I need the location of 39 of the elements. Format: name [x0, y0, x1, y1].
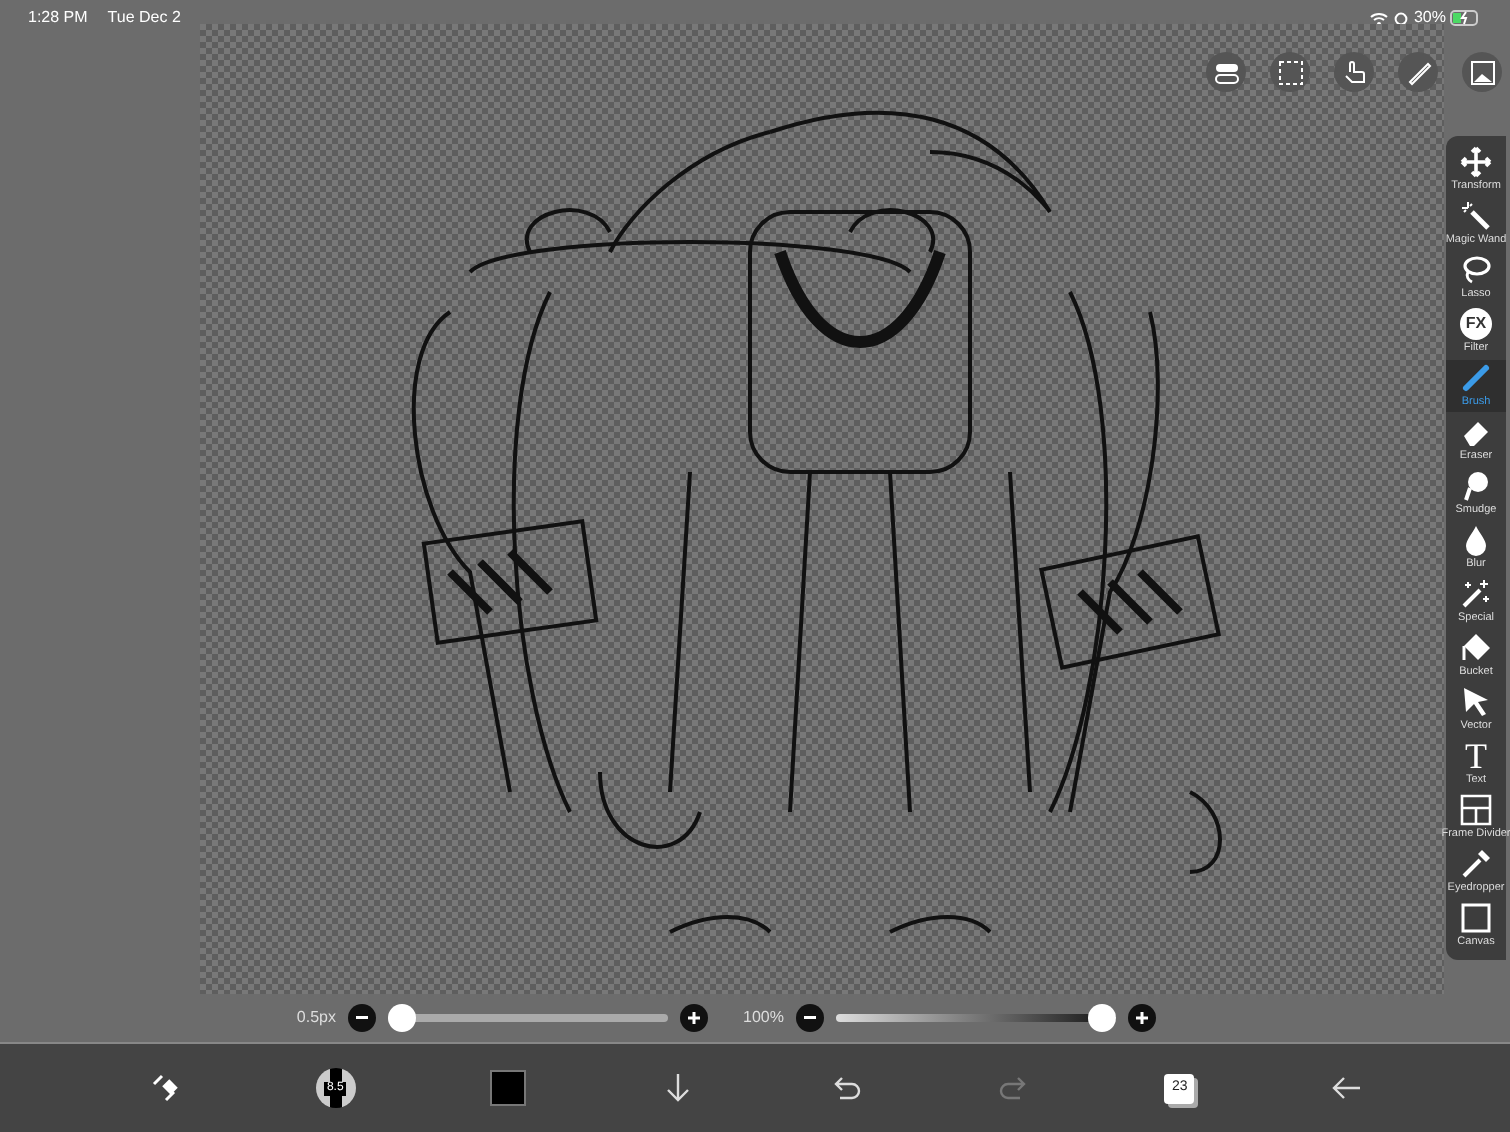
battery-percent: 30% [1413, 6, 1446, 30]
bucket-icon [1460, 632, 1492, 664]
swap-eraser-icon[interactable] [147, 1072, 180, 1104]
wifi-icon [1369, 11, 1388, 25]
status-date: Tue Dec 2 [107, 6, 181, 30]
slider-reading: 0.5px [294, 1006, 336, 1030]
battery-charging-icon [1450, 10, 1482, 26]
image-icon[interactable] [1462, 52, 1502, 92]
plus-icon [688, 1012, 700, 1024]
smudge-icon [1460, 470, 1492, 502]
pointer-arrow-icon [1460, 686, 1492, 718]
filter-icon: FX [1460, 308, 1492, 340]
status-time: 1:28 PM [28, 6, 88, 30]
lasso-icon [1460, 254, 1492, 286]
slider-reading: 100% [741, 1006, 784, 1030]
magic-wand-icon [1460, 200, 1492, 232]
undo-icon[interactable] [829, 1072, 862, 1104]
slider-track[interactable] [836, 1004, 1116, 1032]
slider-track[interactable] [388, 1004, 668, 1032]
back-arrow-icon[interactable] [1330, 1072, 1363, 1104]
frame-divider-icon [1460, 794, 1492, 826]
plus-button[interactable] [1128, 1004, 1156, 1032]
minus-button[interactable] [348, 1004, 376, 1032]
move-arrows-icon [1460, 146, 1492, 178]
plus-button[interactable] [680, 1004, 708, 1032]
minus-icon [804, 1016, 816, 1020]
eyedropper-icon [1460, 848, 1492, 880]
minus-button[interactable] [796, 1004, 824, 1032]
drop-icon [1460, 524, 1492, 556]
canvas-square-icon [1460, 902, 1492, 934]
text-tool-icon: T [1465, 740, 1487, 772]
down-arrow-icon[interactable] [662, 1072, 695, 1104]
canvas-area[interactable] [200, 24, 1444, 994]
eraser-icon [1460, 416, 1492, 448]
plus-icon [1136, 1012, 1148, 1024]
sparkle-wand-icon [1460, 578, 1492, 610]
brush-icon [1460, 362, 1492, 394]
minus-icon [356, 1016, 368, 1020]
color-swatch[interactable] [490, 1070, 527, 1106]
